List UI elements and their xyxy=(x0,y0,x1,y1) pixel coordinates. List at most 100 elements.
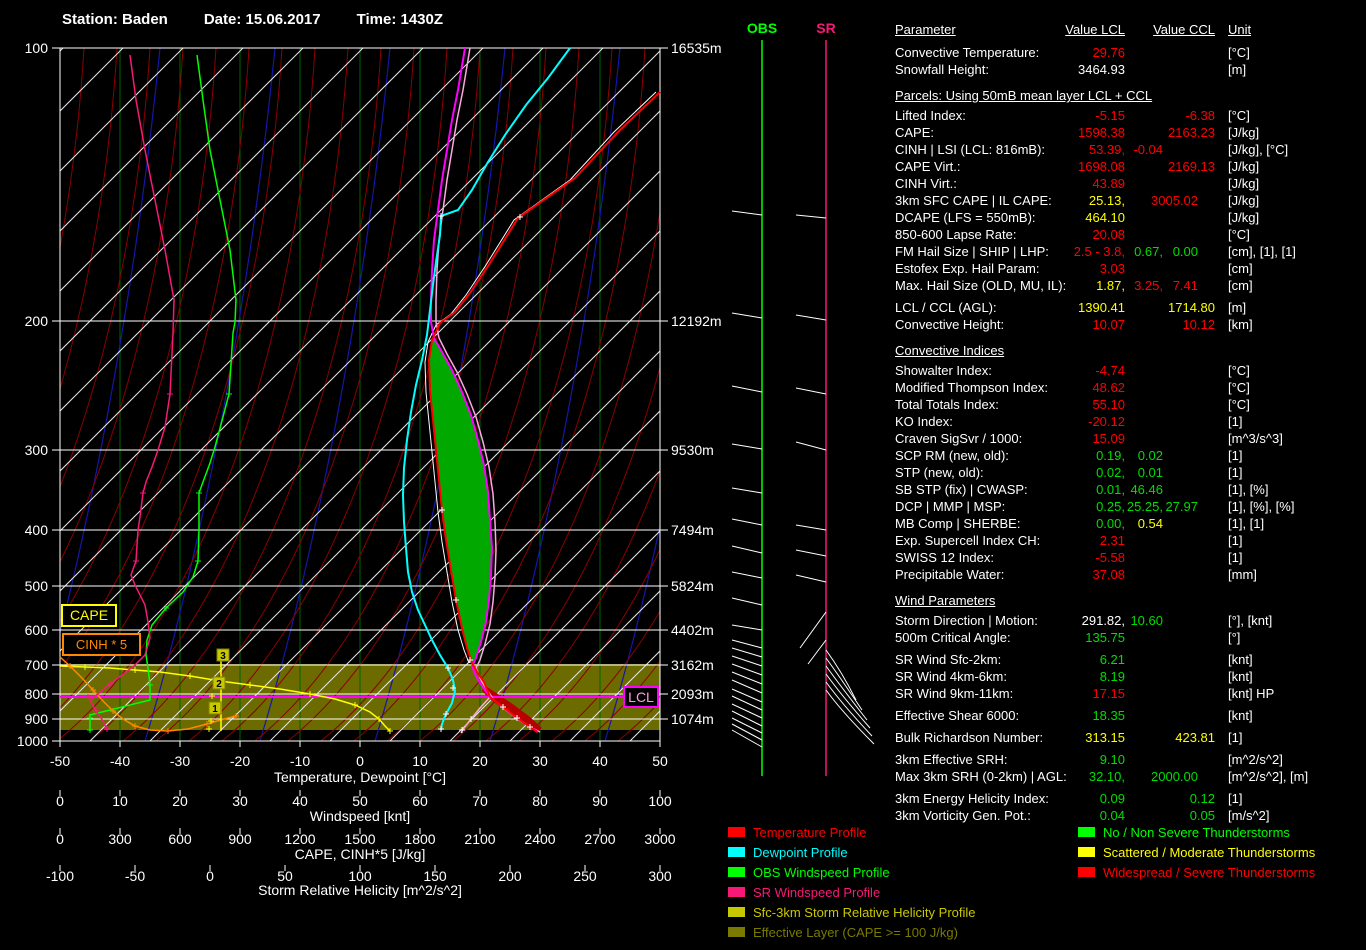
table-row: KO Index: -20.12 [1] xyxy=(888,414,1358,431)
table-section-title: Wind Parameters xyxy=(895,593,996,608)
row-label: SB STP (fix) | CWASP: xyxy=(895,482,1028,497)
row-value: 0.54 xyxy=(1137,516,1163,531)
row-unit: [°C] xyxy=(1228,363,1250,378)
legend-swatch xyxy=(728,867,745,877)
row-value: 2.31 xyxy=(1099,533,1125,548)
altitude-axis: 16535m 12192m 9530m 7494m 5824m 4402m 3162m 209… xyxy=(660,40,722,727)
row-value: 2163.23 xyxy=(1168,125,1215,140)
wind-barb xyxy=(795,214,827,219)
table-row: SB STP (fix) | CWASP: 0.01, 46.46 [1], [%] xyxy=(888,482,1358,499)
axis-tick-label: 2400 xyxy=(524,831,555,847)
row-value: 2000.00 xyxy=(1151,769,1198,784)
row-unit: [J/kg] xyxy=(1228,210,1260,225)
header-value-ccl: Value CCL xyxy=(1153,22,1215,37)
wind-barb xyxy=(731,703,763,719)
table-row: LCL / CCL (AGL): 1390.41 1714.80 [m] xyxy=(888,300,1358,317)
axis-tick-label: 20 xyxy=(472,753,488,769)
row-unit: [cm], [1], [1] xyxy=(1228,244,1296,259)
altitude-tick-label: 9530m xyxy=(671,442,714,458)
row-value: 25.25, xyxy=(1126,499,1163,514)
row-label: CINH | LSI (LCL: 816mB): xyxy=(895,142,1046,157)
table-row: CINH Virt.: 43.89 [J/kg] xyxy=(888,176,1358,193)
row-unit: [°] xyxy=(1228,630,1241,645)
table-row: Snowfall Height: 3464.93 [m] xyxy=(888,62,1358,79)
row-value: 8.19 xyxy=(1099,669,1125,684)
row-label: Craven SigSvr / 1000: xyxy=(895,431,1023,446)
header-value-lcl: Value LCL xyxy=(1065,22,1125,37)
row-value: 464.10 xyxy=(1085,210,1125,225)
table-row: CAPE Virt.: 1698.08 2169.13 [J/kg] xyxy=(888,159,1358,176)
table-row: Storm Direction | Motion: 291.82, 10.60 [°]… xyxy=(888,613,1358,630)
row-value: 0.19, xyxy=(1096,448,1125,463)
altitude-tick-label: 1074m xyxy=(671,711,714,727)
row-value: 0.00 xyxy=(1172,244,1198,259)
row-unit: [°C] xyxy=(1228,45,1250,60)
axis-tick-label: 250 xyxy=(573,868,597,884)
row-label: 850-600 Lapse Rate: xyxy=(895,227,1017,242)
table-section-title: Parcels: Using 50mB mean layer LCL + CCL xyxy=(895,88,1153,103)
sr-wind-column: SR xyxy=(795,20,875,776)
legend-swatch xyxy=(1078,847,1095,857)
pressure-axis: 100 200 300 400 500 600 700 800 900 1000 xyxy=(17,40,60,749)
row-value: -6.38 xyxy=(1185,108,1215,123)
legend-swatch xyxy=(728,847,745,857)
legend-item-severity: No / Non Severe Thunderstorms xyxy=(1078,822,1315,842)
axis-tick-label: 1500 xyxy=(344,831,375,847)
row-value: 9.10 xyxy=(1099,752,1125,767)
wind-barb xyxy=(825,673,871,729)
row-value: 10.60 xyxy=(1130,613,1163,628)
row-value: 46.46 xyxy=(1130,482,1163,497)
row-value: 1698.08 xyxy=(1078,159,1125,174)
row-unit: [1] xyxy=(1228,791,1243,806)
srh-axis: -100 -50 0 50 100 150 200 250 300Storm Relative … xyxy=(46,865,672,898)
axis-tick-label: 200 xyxy=(498,868,522,884)
axis-tick-label: 10 xyxy=(412,753,428,769)
row-label: CAPE Virt.: xyxy=(895,159,961,174)
axis-tick-label: 300 xyxy=(648,868,672,884)
header-parameter: Parameter xyxy=(895,22,956,37)
table-row: 500m Critical Angle: 135.75 [°] xyxy=(888,630,1358,647)
table-header-row: Parameter Value LCL Value CCL Unit xyxy=(888,22,1358,42)
table-row: STP (new, old): 0.02, 0.01 [1] xyxy=(888,465,1358,482)
wind-barb xyxy=(795,387,827,395)
axis-tick-label: 90 xyxy=(592,793,608,809)
axis-tick-label: -50 xyxy=(50,753,70,769)
altitude-tick-label: 12192m xyxy=(671,313,722,329)
row-label: Max 3km SRH (0-2km) | AGL: xyxy=(895,769,1067,784)
axis-tick-label: -20 xyxy=(230,753,250,769)
row-value: 1.87, xyxy=(1096,278,1125,293)
row-label: Estofex Exp. Hail Param: xyxy=(895,261,1040,276)
row-value: 135.75 xyxy=(1085,630,1125,645)
legend-item-profile: SR Windspeed Profile xyxy=(728,882,976,902)
row-value: 48.62 xyxy=(1092,380,1125,395)
row-unit: [knt] xyxy=(1228,669,1253,684)
legend-item-profile: Dewpoint Profile xyxy=(728,842,976,862)
wind-barb xyxy=(731,647,763,658)
axis-tick-label: -40 xyxy=(110,753,130,769)
row-label: Convective Height: xyxy=(895,317,1005,332)
row-unit: [J/kg] xyxy=(1228,159,1260,174)
row-value: 313.15 xyxy=(1085,730,1125,745)
row-unit: [m] xyxy=(1228,62,1247,77)
svg-text:LCL: LCL xyxy=(628,689,654,705)
pressure-tick-label: 400 xyxy=(25,522,49,538)
table-row: CAPE: 1598.38 2163.23 [J/kg] xyxy=(888,125,1358,142)
row-value: 27.97 xyxy=(1165,499,1198,514)
row-unit: [°C] xyxy=(1228,108,1250,123)
row-unit: [°C] xyxy=(1228,227,1250,242)
axis-tick-label: 20 xyxy=(172,793,188,809)
row-unit: [1], [%], [%] xyxy=(1228,499,1295,514)
wind-barb xyxy=(795,441,827,451)
axis-tick-label: 0 xyxy=(56,793,64,809)
axis-tick-label: 30 xyxy=(532,753,548,769)
row-label: Storm Direction | Motion: xyxy=(895,613,1038,628)
axis-tick-label: 1800 xyxy=(404,831,435,847)
axis-tick-label: 0 xyxy=(356,753,364,769)
axis-tick-label: 30 xyxy=(232,793,248,809)
row-value: -4.74 xyxy=(1095,363,1125,378)
wind-barb xyxy=(825,649,857,701)
cinh-label-box: CINH * 5 xyxy=(62,633,141,656)
legend-item-profile: Effective Layer (CAPE >= 100 J/kg) xyxy=(728,922,976,942)
axis-tick-label: 70 xyxy=(472,793,488,809)
row-unit: [°C] xyxy=(1228,397,1250,412)
